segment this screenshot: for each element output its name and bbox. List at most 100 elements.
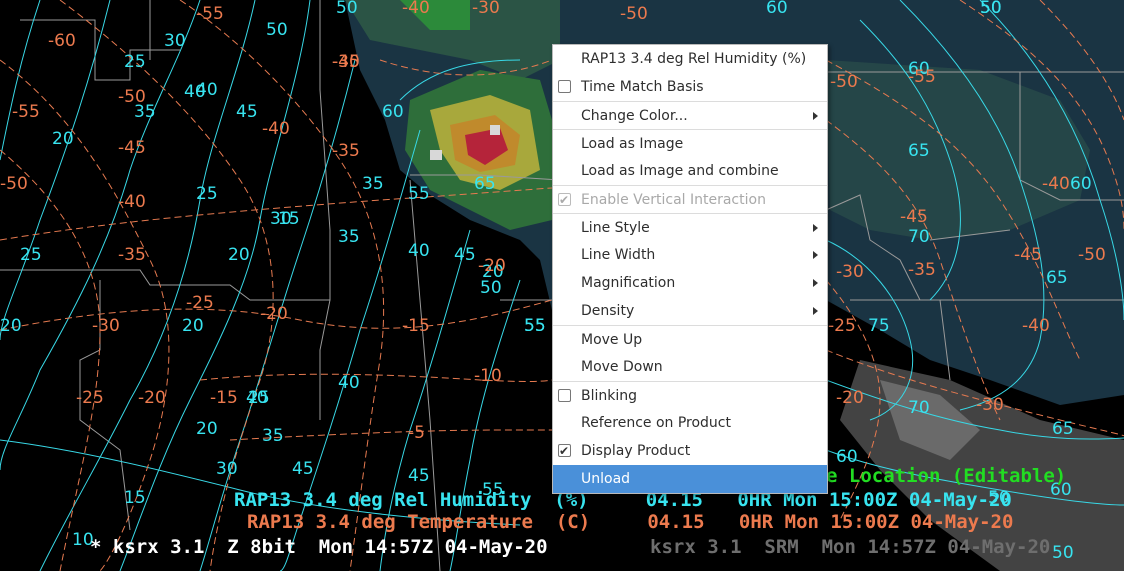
- menu-item-label: Move Down: [581, 359, 663, 375]
- menu-item-move-up[interactable]: Move Up: [553, 325, 827, 353]
- rh-label: 30: [216, 459, 238, 479]
- chevron-right-icon: [813, 307, 818, 315]
- menu-item-label: Line Style: [581, 220, 650, 236]
- menu-item-label: Load as Image: [581, 136, 684, 152]
- rh-label: 45: [236, 102, 258, 122]
- legend-radar-product[interactable]: * ksrx 3.1 Z 8bit Mon 14:57Z 04-May-20: [90, 538, 548, 557]
- menu-item-line-width[interactable]: Line Width: [553, 241, 827, 269]
- rh-label: 40: [184, 82, 206, 102]
- temp-label: -45: [118, 138, 146, 158]
- rh-label: 65: [474, 174, 496, 194]
- temp-label: -40: [1022, 316, 1050, 336]
- menu-item-change-color[interactable]: Change Color...: [553, 101, 827, 129]
- menu-item-label: Line Width: [581, 247, 656, 263]
- menu-item-product-title[interactable]: RAP13 3.4 deg Rel Humidity (%): [553, 45, 827, 73]
- temp-label: -40: [1042, 174, 1070, 194]
- checkbox-icon[interactable]: [558, 437, 571, 465]
- menu-item-label: Display Product: [581, 443, 691, 459]
- menu-item-label: Density: [581, 303, 635, 319]
- rh-label: 60: [836, 447, 858, 467]
- checkbox-icon[interactable]: [558, 389, 571, 402]
- rh-label: 20: [196, 419, 218, 439]
- temp-label: -45: [332, 52, 360, 72]
- rh-label: 50: [980, 0, 1002, 18]
- temp-label: -50: [830, 72, 858, 92]
- menu-item-magnification[interactable]: Magnification: [553, 269, 827, 297]
- temp-label: -25: [828, 316, 856, 336]
- legend-temperature-product[interactable]: RAP13 3.4 deg Temperature (C) 04.15 0HR …: [247, 513, 1013, 532]
- temp-label: -60: [48, 31, 76, 51]
- menu-item-display-product[interactable]: Display Product: [553, 437, 827, 465]
- menu-item-load-as-image-combine[interactable]: Load as Image and combine: [553, 157, 827, 185]
- checkbox-icon[interactable]: [558, 80, 571, 93]
- temp-label: -5: [408, 423, 425, 443]
- chevron-right-icon: [813, 251, 818, 259]
- rh-label: 65: [1052, 419, 1074, 439]
- rh-label: 25: [124, 52, 146, 72]
- rh-label: 20: [228, 245, 250, 265]
- rh-label: 40: [338, 373, 360, 393]
- menu-item-move-down[interactable]: Move Down: [553, 353, 827, 381]
- menu-item-label: Reference on Product: [581, 415, 731, 431]
- rh-label: 30: [164, 31, 186, 51]
- rh-label: 20: [0, 316, 22, 336]
- chevron-right-icon: [813, 112, 818, 120]
- temp-label: -55: [908, 67, 936, 87]
- temp-label: -20: [478, 256, 506, 276]
- rh-label: 60: [1070, 174, 1092, 194]
- temp-label: -50: [118, 87, 146, 107]
- rh-label: 50: [1052, 543, 1074, 563]
- menu-item-label: Magnification: [581, 275, 676, 291]
- rh-label: 55: [524, 316, 546, 336]
- menu-item-label: Change Color...: [581, 108, 688, 124]
- temp-label: -10: [474, 366, 502, 386]
- menu-item-unload[interactable]: Unload: [553, 465, 827, 493]
- legend-location[interactable]: e Location (Editable): [826, 467, 1066, 486]
- temp-label: -15: [210, 388, 238, 408]
- context-menu: RAP13 3.4 deg Rel Humidity (%) Time Matc…: [552, 44, 828, 494]
- temp-label: -50: [620, 4, 648, 24]
- temp-label: -35: [332, 141, 360, 161]
- temp-label: -20: [260, 304, 288, 324]
- menu-item-label: Blinking: [581, 388, 638, 404]
- rh-label: 55: [408, 184, 430, 204]
- rh-label: 35: [262, 426, 284, 446]
- temp-label: -25: [186, 293, 214, 313]
- rh-label: 45: [454, 245, 476, 265]
- chevron-right-icon: [813, 224, 818, 232]
- rh-label: 60: [766, 0, 788, 18]
- rh-label: 75: [868, 316, 890, 336]
- temp-label: -25: [76, 388, 104, 408]
- menu-item-line-style[interactable]: Line Style: [553, 213, 827, 241]
- rh-label: 50: [336, 0, 358, 18]
- rh-label: 25: [20, 245, 42, 265]
- menu-item-enable-vertical-interaction: Enable Vertical Interaction: [553, 185, 827, 214]
- temp-label: -30: [976, 395, 1004, 415]
- temp-label: -55: [12, 102, 40, 122]
- menu-item-density[interactable]: Density: [553, 297, 827, 325]
- rh-label: 45: [408, 466, 430, 486]
- chevron-right-icon: [813, 279, 818, 287]
- menu-item-label: RAP13 3.4 deg Rel Humidity (%): [581, 51, 807, 67]
- rh-label: 70: [908, 398, 930, 418]
- menu-item-load-as-image[interactable]: Load as Image: [553, 129, 827, 157]
- menu-item-reference-on-product[interactable]: Reference on Product: [553, 409, 827, 437]
- temp-label: -30: [836, 262, 864, 282]
- rh-label: 60: [382, 102, 404, 122]
- rh-label: 35: [338, 227, 360, 247]
- menu-item-label: Load as Image and combine: [581, 163, 779, 179]
- temp-label: -55: [196, 4, 224, 24]
- menu-item-label: Move Up: [581, 332, 643, 348]
- temp-label: -20: [836, 388, 864, 408]
- menu-item-time-match-basis[interactable]: Time Match Basis: [553, 73, 827, 101]
- menu-item-blinking[interactable]: Blinking: [553, 381, 827, 409]
- checkbox-icon: [558, 186, 571, 214]
- legend-radar-dim-product[interactable]: ksrx 3.1 SRM Mon 14:57Z 04-May-20: [650, 538, 1050, 557]
- rh-label: 70: [908, 227, 930, 247]
- rh-label: 25: [248, 388, 270, 408]
- temp-label: -20: [138, 388, 166, 408]
- rh-label: 65: [908, 141, 930, 161]
- rh-label: 20: [182, 316, 204, 336]
- rh-label: 50: [480, 278, 502, 298]
- temp-label: -30: [472, 0, 500, 18]
